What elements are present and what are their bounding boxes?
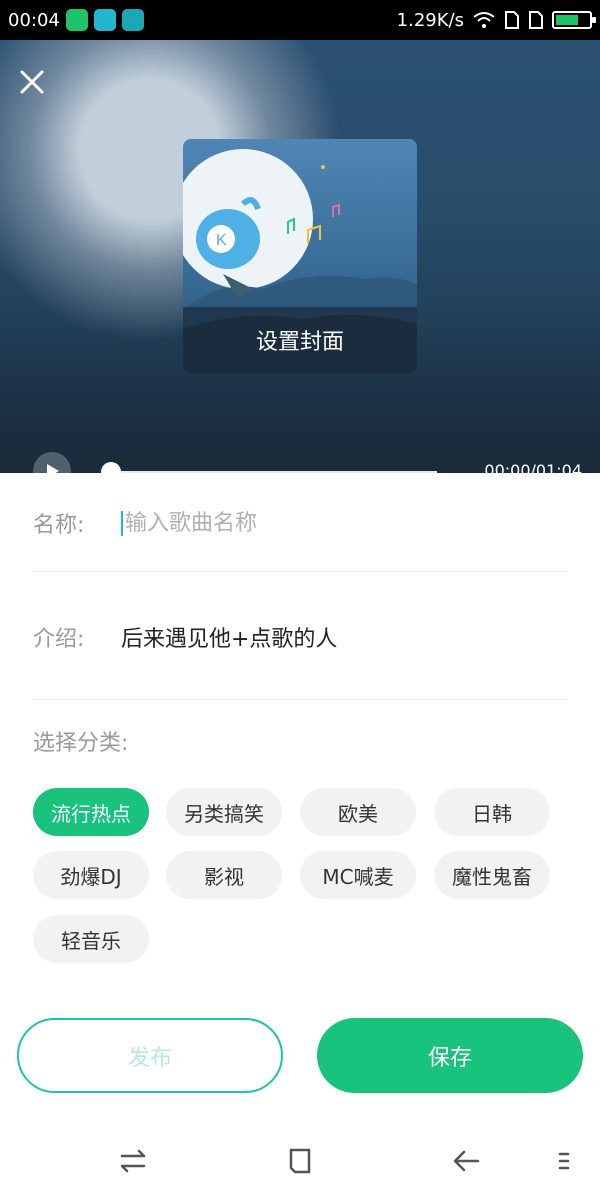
playback-time: 00:00/01:04 xyxy=(484,461,582,473)
category-chip[interactable]: 劲爆DJ xyxy=(33,851,149,899)
menu-icon[interactable] xyxy=(552,1144,576,1178)
status-time: 00:04 xyxy=(8,9,60,31)
audio-player: 00:00/01:04 xyxy=(0,450,600,473)
category-title: 选择分类: xyxy=(33,731,129,756)
close-icon[interactable] xyxy=(14,64,50,100)
intro-field: 介绍: 后来遇见他+点歌的人 xyxy=(33,607,567,667)
category-chip[interactable]: 流行热点 xyxy=(33,788,149,836)
back-icon[interactable] xyxy=(450,1144,484,1178)
progress-handle[interactable] xyxy=(101,462,121,473)
sim-icon xyxy=(529,11,543,29)
app-cyan-icon xyxy=(93,9,116,31)
wifi-icon xyxy=(473,12,495,28)
category-chip[interactable]: 影视 xyxy=(166,851,282,899)
category-chip[interactable]: 另类搞笑 xyxy=(166,788,282,836)
play-button[interactable] xyxy=(33,452,71,473)
category-chip[interactable]: 轻音乐 xyxy=(33,915,149,963)
play-icon xyxy=(47,464,59,473)
name-field: 名称: xyxy=(33,493,567,553)
svg-text:K: K xyxy=(216,232,227,249)
divider xyxy=(33,571,567,572)
battery-icon xyxy=(552,11,596,29)
save-button[interactable]: 保存 xyxy=(317,1018,583,1093)
switch-icon[interactable] xyxy=(116,1144,150,1178)
category-chip[interactable]: 魔性鬼畜 xyxy=(434,851,550,899)
progress-track[interactable] xyxy=(111,471,437,473)
publish-button[interactable]: 发布 xyxy=(17,1018,283,1093)
cover-image[interactable]: K 设置封面 xyxy=(183,139,417,373)
category-chip[interactable]: 日韩 xyxy=(434,788,550,836)
intro-input[interactable]: 后来遇见他+点歌的人 xyxy=(121,621,337,653)
name-label: 名称: xyxy=(33,513,85,538)
intro-label: 介绍: xyxy=(33,627,85,652)
set-cover-label: 设置封面 xyxy=(183,307,417,373)
network-speed: 1.29K/s xyxy=(396,9,464,31)
status-bar: 00:04 1.29K/s xyxy=(0,0,600,40)
home-icon[interactable] xyxy=(283,1144,317,1178)
category-chip[interactable]: 欧美 xyxy=(300,788,416,836)
cover-hero: K 设置封面 00:00/01:04 xyxy=(0,40,600,473)
navigation-bar xyxy=(0,1120,600,1200)
app-green-icon xyxy=(65,9,88,31)
sim-icon xyxy=(505,11,519,29)
category-chip[interactable]: MC喊麦 xyxy=(300,851,416,899)
song-name-input[interactable] xyxy=(121,510,521,536)
usb-icon xyxy=(121,9,144,31)
divider xyxy=(33,699,567,700)
